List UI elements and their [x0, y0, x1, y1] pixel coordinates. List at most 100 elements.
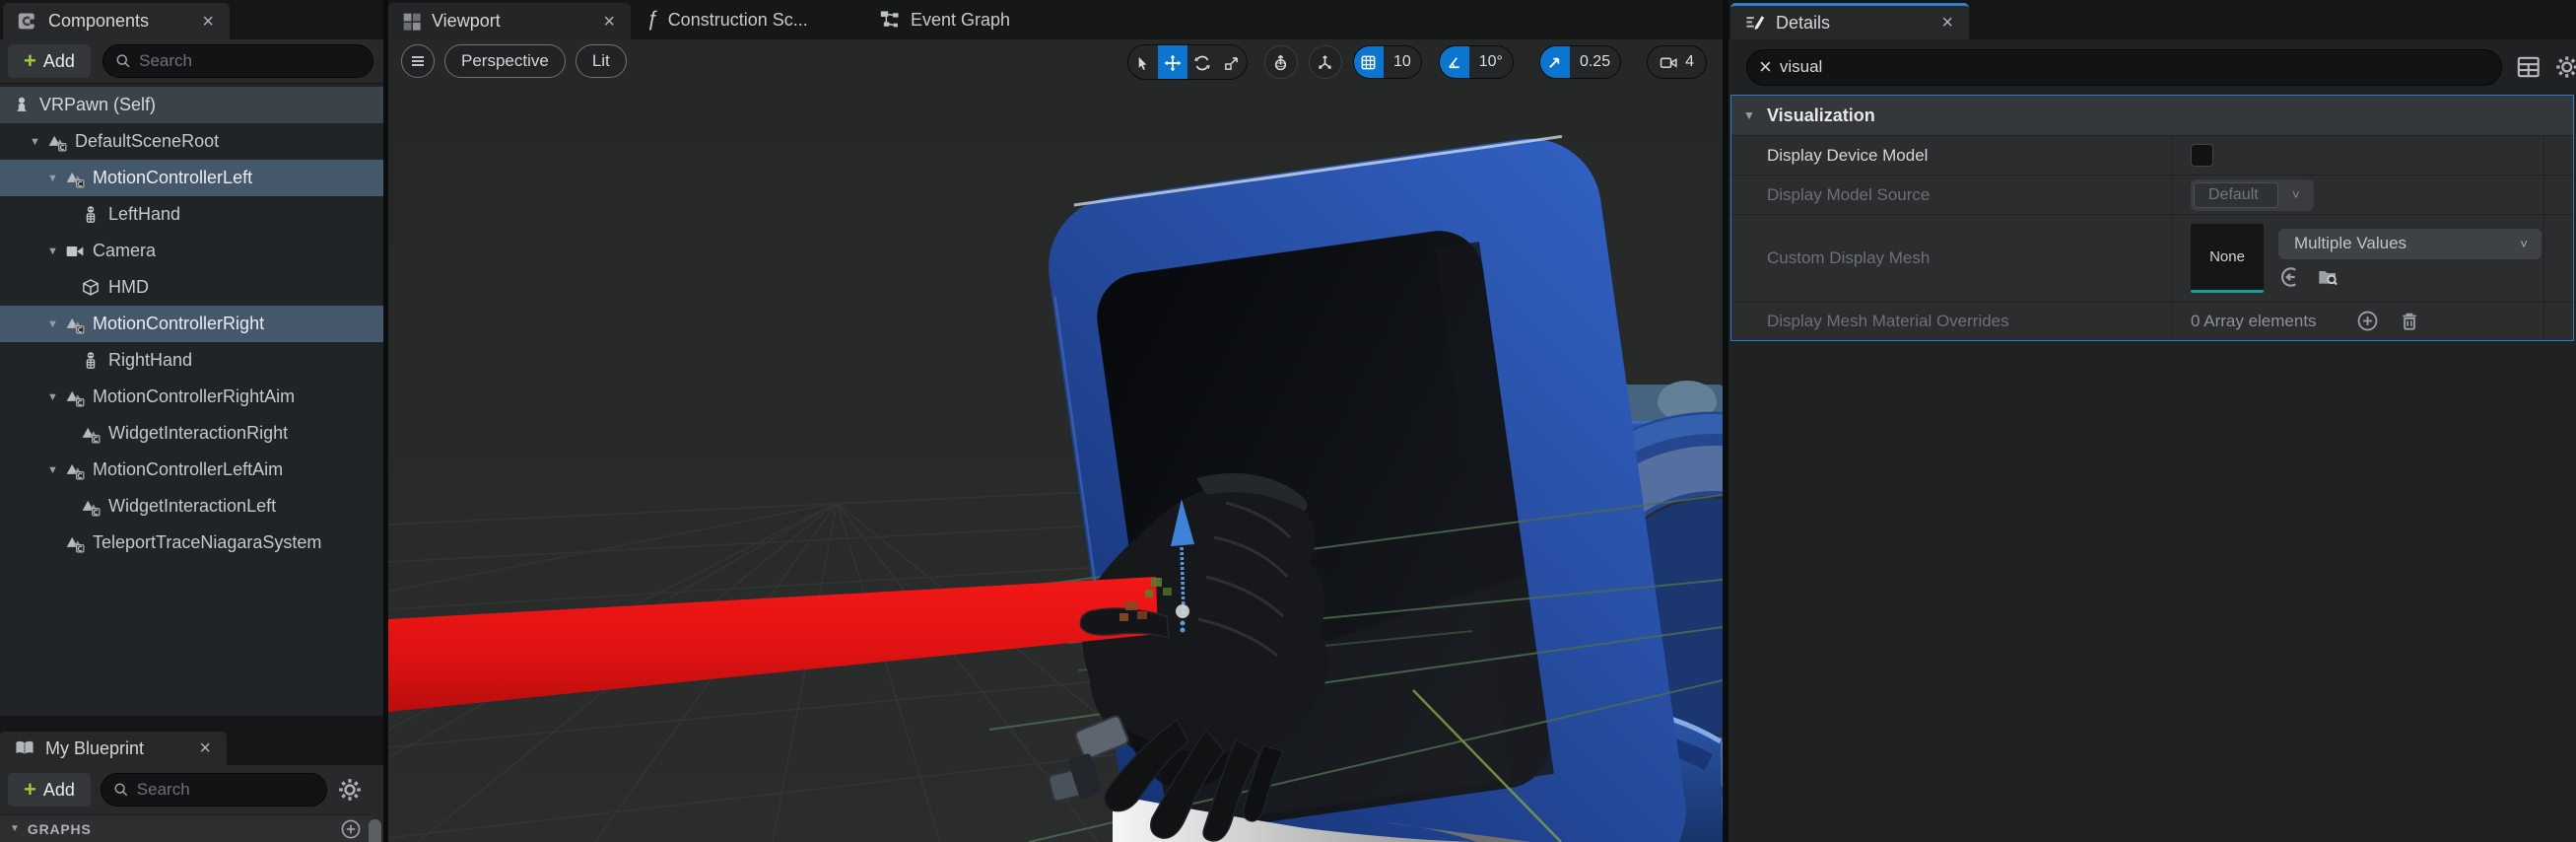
expand-arrow-icon[interactable]: ▼ — [47, 318, 65, 330]
custom-display-mesh-dropdown[interactable]: Multiple Values ˅ — [2278, 228, 2542, 259]
add-button-label: Add — [42, 50, 75, 71]
details-icon — [1746, 16, 1765, 31]
axes-icon — [1319, 54, 1332, 69]
scale-snap-group: 0.25 — [1538, 45, 1622, 79]
use-selected-asset-icon[interactable] — [2278, 265, 2302, 289]
rotation-snap-button[interactable] — [1439, 46, 1469, 78]
component-row[interactable]: ▼ MotionControllerLeft — [0, 160, 383, 196]
details-search-input[interactable] — [1779, 57, 2489, 77]
component-row[interactable]: VRPawn (Self) — [0, 87, 383, 123]
grid-snap-group: 10 — [1352, 45, 1422, 79]
mesh-thumbnail[interactable]: None — [2191, 224, 2264, 293]
function-icon: ƒ — [646, 8, 658, 31]
my-blueprint-search[interactable] — [100, 773, 327, 807]
chevron-down-icon: ˅ — [2292, 187, 2300, 202]
component-row[interactable]: RightHand — [0, 342, 383, 379]
camera-speed-button[interactable]: 4 — [1647, 45, 1707, 79]
component-row[interactable]: ▼ MotionControllerLeftAim — [0, 452, 383, 488]
component-row[interactable]: ▼ MotionControllerRight — [0, 306, 383, 342]
close-icon[interactable]: × — [1939, 13, 1955, 33]
viewport-tab-bar: Viewport × ƒ Construction Sc... Event Gr… — [388, 0, 1723, 39]
graphs-section-header[interactable]: ▼ GRAPHS — [0, 814, 372, 842]
gear-icon[interactable] — [337, 777, 363, 803]
component-label: MotionControllerRightAim — [93, 386, 296, 406]
clear-search-icon[interactable]: × — [1759, 56, 1772, 78]
component-row[interactable]: HMD — [0, 269, 383, 306]
world-gimbal-icon — [1275, 54, 1287, 70]
category-header-visualization[interactable]: ▼ Visualization — [1731, 96, 2573, 135]
select-tool-button[interactable] — [1128, 45, 1158, 79]
move-tool-button[interactable] — [1157, 45, 1187, 79]
rotate-tool-button[interactable] — [1187, 45, 1217, 79]
components-search-input[interactable] — [139, 51, 361, 71]
tab-details[interactable]: Details × — [1730, 3, 1969, 39]
property-label: Display Device Model — [1767, 145, 1929, 165]
expand-arrow-icon[interactable]: ▼ — [47, 391, 65, 403]
add-graph-icon[interactable] — [340, 818, 362, 840]
component-row[interactable]: WidgetInteractionLeft — [0, 488, 383, 525]
my-blueprint-search-input[interactable] — [136, 780, 314, 800]
expand-arrow-icon[interactable]: ▼ — [10, 823, 20, 834]
tab-viewport[interactable]: Viewport × — [388, 3, 631, 39]
scene-icon — [65, 387, 85, 407]
component-row[interactable]: ▼ MotionControllerRightAim — [0, 379, 383, 415]
property-row-custom-display-mesh: Custom Display Mesh None Multiple Values… — [1731, 214, 2573, 302]
local-space-button[interactable] — [1308, 45, 1342, 79]
display-model-source-dropdown[interactable]: Default ˅ — [2191, 178, 2314, 211]
lit-mode-button[interactable]: Lit — [575, 44, 627, 78]
scale-snap-button[interactable] — [1539, 46, 1570, 78]
component-row[interactable]: ▼ DefaultSceneRoot — [0, 123, 383, 160]
scene-icon — [47, 132, 67, 152]
close-icon[interactable]: × — [197, 738, 213, 758]
tab-construction-script[interactable]: ƒ Construction Sc... — [637, 0, 818, 39]
expand-arrow-icon[interactable]: ▼ — [47, 246, 65, 257]
my-blueprint-toolbar: + Add — [0, 765, 383, 814]
viewport-options-button[interactable] — [401, 44, 435, 78]
expand-arrow-icon[interactable]: ▼ — [30, 136, 47, 148]
scrollbar-thumb[interactable] — [369, 819, 381, 842]
scale-tool-button[interactable] — [1217, 45, 1247, 79]
rotation-snap-value[interactable]: 10° — [1469, 53, 1513, 71]
component-label: TeleportTraceNiagaraSystem — [93, 532, 322, 552]
dropdown-value: Multiple Values — [2294, 234, 2407, 252]
close-icon[interactable]: × — [601, 12, 617, 32]
unreal-blueprint-editor: Components × + Add VRPawn (Self) ▼ Default… — [0, 0, 2576, 842]
viewport-scene[interactable] — [239, 39, 1919, 842]
add-blueprint-item-button[interactable]: + Add — [8, 773, 91, 807]
display-device-model-checkbox[interactable] — [2191, 144, 2213, 167]
delete-array-elements-icon[interactable] — [2399, 311, 2420, 332]
close-icon[interactable]: × — [200, 12, 216, 32]
grid-snap-value[interactable]: 10 — [1384, 53, 1421, 71]
component-label: RightHand — [108, 350, 193, 370]
grid-snap-button[interactable] — [1353, 46, 1384, 78]
component-row[interactable]: WidgetInteractionRight — [0, 415, 383, 452]
world-space-button[interactable] — [1263, 45, 1298, 79]
tab-label: Components — [48, 11, 150, 31]
component-row[interactable]: ▼ Camera — [0, 233, 383, 269]
details-search[interactable]: × — [1746, 48, 2502, 86]
scene-icon — [81, 497, 101, 517]
visualization-section: ▼ Visualization Display Device Model Dis… — [1730, 95, 2574, 341]
property-matrix-icon[interactable] — [2516, 54, 2542, 80]
add-array-element-icon[interactable] — [2356, 310, 2379, 332]
my-blueprint-panel: My Blueprint × + Add Search ▼ GRAPHS — [0, 730, 383, 842]
expand-arrow-icon[interactable]: ▼ — [47, 464, 65, 476]
component-row[interactable]: TeleportTraceNiagaraSystem — [0, 525, 383, 561]
add-component-button[interactable]: + Add — [8, 44, 91, 78]
tab-event-graph[interactable]: Event Graph — [869, 0, 1020, 39]
browse-asset-icon[interactable] — [2316, 265, 2339, 289]
component-label: MotionControllerLeftAim — [93, 459, 284, 479]
expand-arrow-icon[interactable]: ▼ — [47, 173, 65, 184]
component-row[interactable]: LeftHand — [0, 196, 383, 233]
tab-components[interactable]: Components × — [3, 3, 230, 39]
viewport-overlay-controls: Perspective Lit — [401, 44, 627, 78]
component-label: WidgetInteractionLeft — [108, 496, 277, 516]
component-label: Camera — [93, 241, 157, 260]
details-settings-gear-icon[interactable] — [2554, 54, 2576, 80]
scale-snap-value[interactable]: 0.25 — [1570, 53, 1620, 71]
components-search[interactable] — [102, 44, 373, 78]
tab-my-blueprint[interactable]: My Blueprint × — [0, 732, 227, 765]
perspective-button[interactable]: Perspective — [444, 44, 566, 78]
horizontal-splitter[interactable] — [0, 716, 383, 730]
expand-arrow-icon[interactable]: ▼ — [1743, 108, 1767, 122]
